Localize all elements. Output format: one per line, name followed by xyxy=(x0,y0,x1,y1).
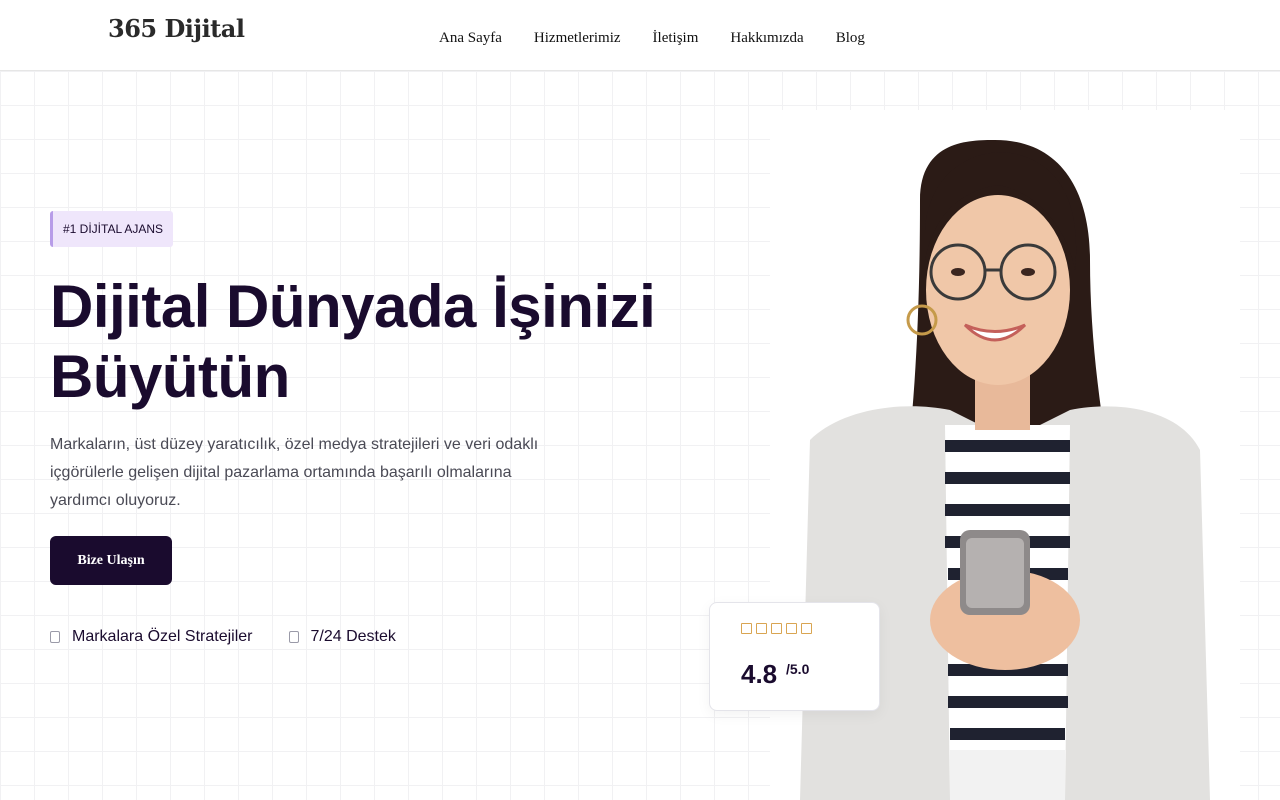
star-icon xyxy=(801,623,812,634)
nav-link-home[interactable]: Ana Sayfa xyxy=(439,30,502,47)
star-icon xyxy=(771,623,782,634)
feature-item: 7/24 Destek xyxy=(288,628,396,646)
star-icon xyxy=(741,623,752,634)
rating-stars xyxy=(741,623,812,634)
hero-title-line-2: Büyütün xyxy=(50,343,290,410)
hero-description: Markaların, üst düzey yaratıcılık, özel … xyxy=(50,436,539,509)
star-icon xyxy=(786,623,797,634)
nav-link-about[interactable]: Hakkımızda xyxy=(730,30,803,47)
hero-title-line-1: Dijital Dünyada İşinizi xyxy=(50,273,656,340)
nav-link-services[interactable]: Hizmetlerimiz xyxy=(534,30,621,47)
main-nav: Ana Sayfa Hizmetlerimiz İletişim Hakkımı… xyxy=(439,30,865,47)
hero-badge: #1 DİJİTAL AJANS xyxy=(50,211,174,247)
logo[interactable]: 365 Dijital xyxy=(108,14,245,43)
feature-label: Markalara Özel Stratejiler xyxy=(72,628,253,645)
rating-card: 4.8 /5.0 xyxy=(709,602,880,711)
feature-list: Markalara Özel Stratejiler 7/24 Destek xyxy=(50,628,396,646)
star-icon xyxy=(756,623,767,634)
nav-link-blog[interactable]: Blog xyxy=(836,30,865,47)
rating-max: /5.0 xyxy=(786,661,810,677)
feature-label: 7/24 Destek xyxy=(310,628,396,645)
rating-score: 4.8 xyxy=(741,659,778,689)
check-icon xyxy=(288,631,299,643)
contact-us-button[interactable]: Bize Ulaşın xyxy=(50,536,172,585)
hero-title: Dijital Dünyada İşinizi Büyütün xyxy=(50,272,770,412)
site-header: 365 Dijital Ana Sayfa Hizmetlerimiz İlet… xyxy=(0,0,1280,71)
feature-item: Markalara Özel Stratejiler xyxy=(50,628,253,646)
nav-link-contact[interactable]: İletişim xyxy=(653,30,699,47)
check-icon xyxy=(50,631,60,643)
